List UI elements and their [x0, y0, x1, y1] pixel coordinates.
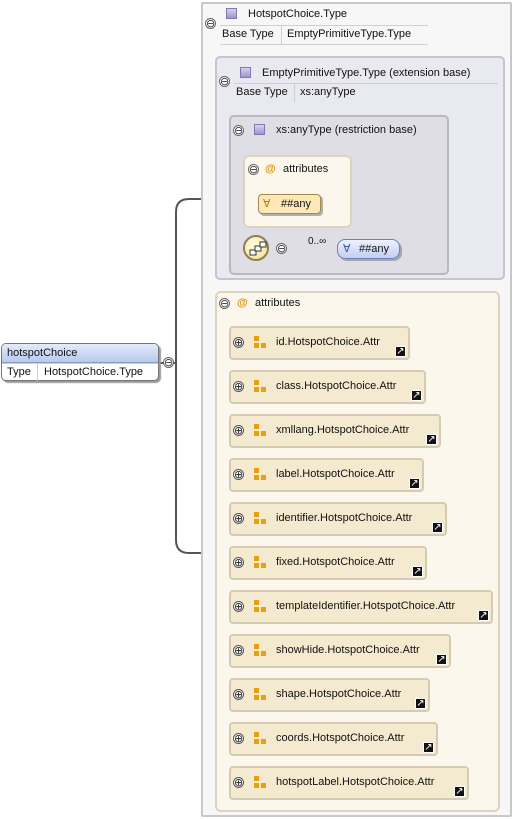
- type-name: HotspotChoice.Type: [248, 8, 348, 20]
- collapse-attributes-toggle[interactable]: ⊖: [219, 298, 230, 309]
- expand-attribute-toggle[interactable]: ⊕: [233, 381, 244, 392]
- reference-link-icon[interactable]: ↗: [411, 390, 422, 401]
- reference-link-icon[interactable]: ↗: [426, 434, 437, 445]
- root-type-divider: [37, 364, 38, 381]
- type-base-divider: [281, 26, 282, 44]
- attribute-group-icon: [254, 556, 267, 569]
- expand-attribute-toggle[interactable]: ⊕: [233, 337, 244, 348]
- expand-attribute-toggle[interactable]: ⊕: [233, 733, 244, 744]
- collapse-root-toggle[interactable]: ⊖: [163, 357, 174, 368]
- reference-link-icon[interactable]: ↗: [423, 742, 434, 753]
- attribute-group-name: fixed.HotspotChoice.Attr: [276, 556, 395, 568]
- attribute-group-icon: [254, 336, 267, 349]
- forall-icon: ∀: [263, 198, 271, 210]
- reference-link-icon[interactable]: ↗: [395, 346, 406, 357]
- type-bottom-divider: [220, 44, 428, 45]
- root-type-value: HotspotChoice.Type: [44, 366, 144, 378]
- extension-base-label: Base Type: [236, 86, 288, 98]
- extension-divider: [234, 83, 498, 84]
- expand-attribute-toggle[interactable]: ⊕: [233, 777, 244, 788]
- expand-attribute-toggle[interactable]: ⊕: [233, 469, 244, 480]
- reference-link-icon[interactable]: ↗: [412, 566, 423, 577]
- attribute-group-icon: [254, 776, 267, 789]
- attribute-group-icon: [254, 512, 267, 525]
- reference-link-icon[interactable]: ↗: [454, 786, 465, 797]
- expand-attribute-toggle[interactable]: ⊕: [233, 645, 244, 656]
- extension-base-divider: [294, 84, 295, 102]
- attribute-group-name: hotspotLabel.HotspotChoice.Attr: [276, 776, 435, 788]
- at-icon: @: [265, 163, 276, 175]
- type-base-label: Base Type: [222, 28, 274, 40]
- extension-base-value: xs:anyType: [300, 86, 356, 98]
- restriction-name: xs:anyType (restriction base): [276, 124, 417, 136]
- root-element-name: hotspotChoice: [7, 347, 78, 359]
- any-element-label: ##any: [359, 243, 389, 255]
- reference-link-icon[interactable]: ↗: [415, 698, 426, 709]
- extension-name: EmptyPrimitiveType.Type (extension base): [262, 67, 471, 79]
- attribute-group-name: label.HotspotChoice.Attr: [276, 468, 395, 480]
- root-type-label: Type: [7, 366, 31, 378]
- sequence-glyph-icon: [249, 241, 267, 256]
- attribute-group-name: identifier.HotspotChoice.Attr: [276, 512, 413, 524]
- attribute-group-icon: [254, 600, 267, 613]
- collapse-restriction-attributes[interactable]: ⊖: [248, 164, 259, 175]
- type-divider: [220, 25, 428, 26]
- reference-link-icon[interactable]: ↗: [409, 478, 420, 489]
- attribute-group-icon: [254, 688, 267, 701]
- type-base-value: EmptyPrimitiveType.Type: [287, 28, 412, 40]
- attribute-group-name: id.HotspotChoice.Attr: [276, 336, 380, 348]
- expand-attribute-toggle[interactable]: ⊕: [233, 601, 244, 612]
- attribute-group-icon: [254, 424, 267, 437]
- root-divider: [2, 363, 158, 364]
- attribute-group-name: templateIdentifier.HotspotChoice.Attr: [276, 600, 456, 612]
- attribute-group-name: xmllang.HotspotChoice.Attr: [276, 424, 410, 436]
- extension-type-icon: [240, 67, 251, 78]
- restriction-attributes-label: attributes: [283, 163, 329, 175]
- expand-attribute-toggle[interactable]: ⊕: [233, 557, 244, 568]
- restriction-type-icon: [254, 124, 265, 135]
- attribute-group-name: coords.HotspotChoice.Attr: [276, 732, 405, 744]
- collapse-sequence-toggle[interactable]: ⊖: [276, 243, 287, 254]
- attribute-group-icon: [254, 644, 267, 657]
- expand-attribute-toggle[interactable]: ⊕: [233, 689, 244, 700]
- attribute-group-name: showHide.HotspotChoice.Attr: [276, 644, 420, 656]
- complex-type-icon: [226, 8, 237, 19]
- any-attribute-label: ##any: [281, 198, 311, 210]
- attribute-group-icon: [254, 732, 267, 745]
- attributes-label: attributes: [255, 297, 301, 309]
- expand-attribute-toggle[interactable]: ⊕: [233, 513, 244, 524]
- attribute-group-icon: [254, 468, 267, 481]
- attribute-group-name: class.HotspotChoice.Attr: [276, 380, 397, 392]
- attribute-group-name: shape.HotspotChoice.Attr: [276, 688, 402, 700]
- cardinality-label: 0..∞: [308, 236, 327, 247]
- reference-link-icon[interactable]: ↗: [432, 522, 443, 533]
- reference-link-icon[interactable]: ↗: [436, 654, 447, 665]
- reference-link-icon[interactable]: ↗: [478, 610, 489, 621]
- attributes-at-icon: @: [237, 297, 248, 309]
- expand-attribute-toggle[interactable]: ⊕: [233, 425, 244, 436]
- collapse-extension-toggle[interactable]: ⊖: [219, 76, 230, 87]
- forall-element-icon: ∀: [343, 243, 351, 255]
- attribute-group-icon: [254, 380, 267, 393]
- collapse-type-toggle[interactable]: ⊖: [205, 18, 216, 29]
- collapse-restriction-toggle[interactable]: ⊖: [233, 125, 244, 136]
